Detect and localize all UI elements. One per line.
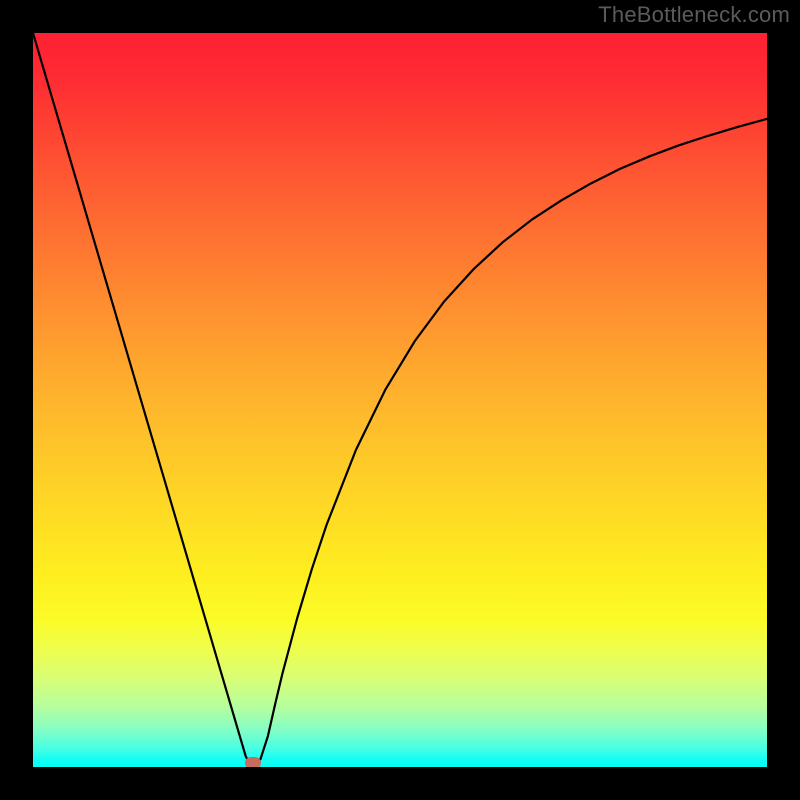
watermark-label: TheBottleneck.com [598, 2, 790, 28]
bottleneck-curve [33, 33, 767, 767]
chart-root: TheBottleneck.com [0, 0, 800, 800]
optimal-point-marker [245, 757, 261, 767]
plot-area [33, 33, 767, 767]
